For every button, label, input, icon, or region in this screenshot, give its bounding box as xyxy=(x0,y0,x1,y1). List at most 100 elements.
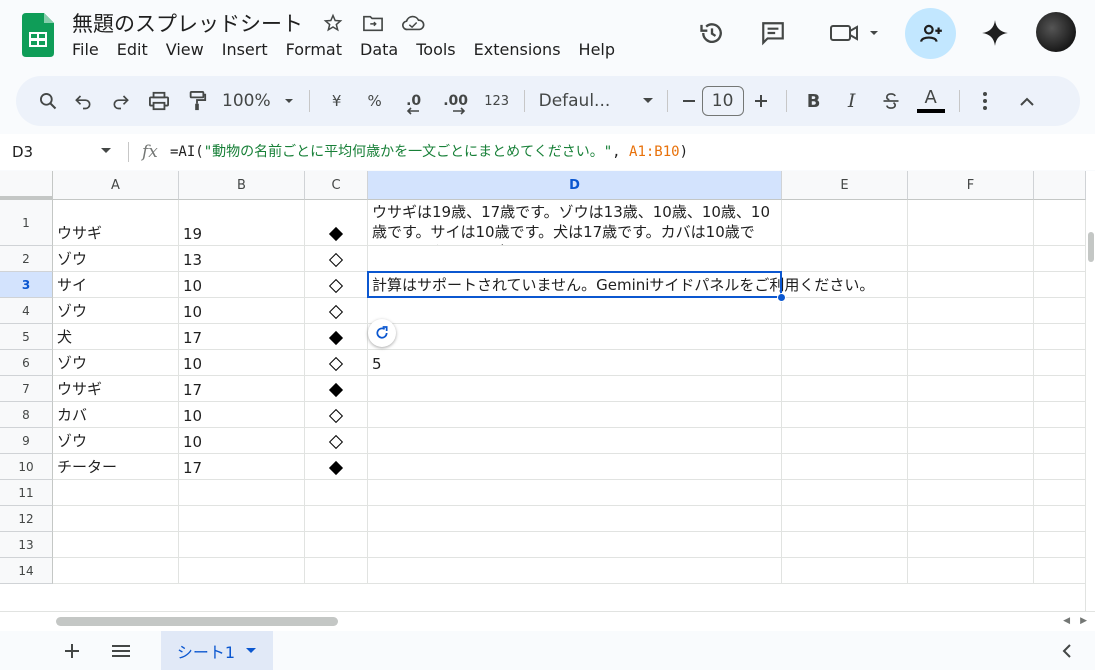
menu-extensions[interactable]: Extensions xyxy=(474,40,569,59)
cell[interactable] xyxy=(1034,558,1086,584)
row-header-12[interactable]: 12 xyxy=(0,506,53,532)
row-header-5[interactable]: 5 xyxy=(0,324,53,350)
comments-icon[interactable] xyxy=(756,16,790,50)
row-header-4[interactable]: 4 xyxy=(0,298,53,324)
cell[interactable]: ゾウ xyxy=(53,298,179,324)
row-header-8[interactable]: 8 xyxy=(0,402,53,428)
cell[interactable] xyxy=(368,376,782,402)
cell[interactable] xyxy=(305,558,368,584)
column-header-f[interactable]: F xyxy=(908,171,1034,200)
vertical-scroll-thumb[interactable] xyxy=(1088,232,1094,262)
horizontal-scrollbar[interactable]: ◀ ▶ xyxy=(0,611,1095,631)
cell[interactable]: 17 xyxy=(179,324,305,350)
cell[interactable]: 10 xyxy=(179,350,305,376)
cell[interactable] xyxy=(53,532,179,558)
scroll-left-icon[interactable]: ◀ xyxy=(1063,616,1070,626)
cell[interactable] xyxy=(908,480,1034,506)
meet-button[interactable] xyxy=(824,16,884,50)
increase-decimal-button[interactable]: .00 xyxy=(434,85,478,117)
cell-d3[interactable]: 計算はサポートされていません。Geminiサイドパネルをご利用ください。 xyxy=(368,272,874,298)
italic-button[interactable]: I xyxy=(833,85,871,117)
zoom-select[interactable]: 100% xyxy=(216,85,301,117)
cell-d5[interactable]: 2 xyxy=(368,324,782,350)
paint-format-icon[interactable] xyxy=(178,85,216,117)
cell[interactable] xyxy=(1034,350,1086,376)
name-box[interactable]: D3 xyxy=(12,134,33,170)
cell[interactable] xyxy=(53,558,179,584)
cell[interactable] xyxy=(179,480,305,506)
add-sheet-icon[interactable] xyxy=(61,640,83,662)
spreadsheet-grid[interactable]: A B C D E F 1 2 3 4 5 6 7 8 9 10 11 12 13 14 ウサギ 19 ウサギは19歳、17… xyxy=(0,171,1095,611)
cell[interactable] xyxy=(908,298,1034,324)
cell[interactable] xyxy=(305,272,368,298)
cell[interactable] xyxy=(908,272,1034,298)
row-header-1[interactable]: 1 xyxy=(0,200,53,246)
cell[interactable]: 10 xyxy=(179,298,305,324)
all-sheets-icon[interactable] xyxy=(110,640,132,662)
cell[interactable] xyxy=(908,428,1034,454)
cell[interactable] xyxy=(368,428,782,454)
cell[interactable] xyxy=(1034,428,1086,454)
cell[interactable]: 10 xyxy=(179,402,305,428)
row-header-10[interactable]: 10 xyxy=(0,454,53,480)
cell[interactable] xyxy=(368,480,782,506)
cell[interactable]: ゾウ xyxy=(53,246,179,272)
currency-format-button[interactable]: ¥ xyxy=(318,85,356,117)
row-header-6[interactable]: 6 xyxy=(0,350,53,376)
cell[interactable] xyxy=(1034,480,1086,506)
cell[interactable] xyxy=(782,558,908,584)
collapse-sidebar-chevron-left-icon[interactable] xyxy=(1056,640,1078,662)
more-options-icon[interactable] xyxy=(968,85,1002,117)
menu-tools[interactable]: Tools xyxy=(416,40,463,59)
refresh-ai-button[interactable] xyxy=(368,319,396,347)
print-icon[interactable] xyxy=(140,85,178,117)
cell[interactable] xyxy=(53,480,179,506)
cell[interactable] xyxy=(368,532,782,558)
cell[interactable] xyxy=(1034,324,1086,350)
cell[interactable] xyxy=(368,506,782,532)
cloud-saved-icon[interactable] xyxy=(400,10,426,36)
cell[interactable]: ウサギ xyxy=(53,200,179,246)
decrease-decimal-button[interactable]: .0 xyxy=(394,85,434,117)
cell[interactable] xyxy=(368,246,782,272)
cell[interactable] xyxy=(1034,506,1086,532)
cell[interactable] xyxy=(782,350,908,376)
sheets-logo-icon[interactable] xyxy=(22,13,54,57)
cell[interactable]: ゾウ xyxy=(53,350,179,376)
cell[interactable] xyxy=(368,558,782,584)
cell[interactable] xyxy=(782,506,908,532)
cell[interactable] xyxy=(908,532,1034,558)
row-header-14[interactable]: 14 xyxy=(0,558,53,584)
cell[interactable] xyxy=(908,454,1034,480)
font-select[interactable]: Defaul... xyxy=(533,85,637,117)
cell[interactable] xyxy=(53,506,179,532)
cell[interactable]: ウサギ xyxy=(53,376,179,402)
cell[interactable] xyxy=(1034,298,1086,324)
fill-handle[interactable] xyxy=(777,293,786,302)
menu-data[interactable]: Data xyxy=(360,40,406,59)
menu-help[interactable]: Help xyxy=(579,40,623,59)
cell[interactable] xyxy=(908,558,1034,584)
column-header-a[interactable]: A xyxy=(53,171,179,200)
cell[interactable] xyxy=(305,246,368,272)
cell[interactable] xyxy=(908,402,1034,428)
version-history-icon[interactable] xyxy=(695,16,729,50)
row-header-3[interactable]: 3 xyxy=(0,272,53,298)
unchecked-diamond-icon[interactable] xyxy=(328,434,344,450)
checked-diamond-icon[interactable] xyxy=(328,382,344,398)
unchecked-diamond-icon[interactable] xyxy=(328,408,344,424)
cell[interactable] xyxy=(1034,200,1086,246)
cell[interactable]: 10 xyxy=(179,272,305,298)
cell[interactable] xyxy=(782,532,908,558)
share-button[interactable] xyxy=(905,8,956,59)
cell[interactable]: 17 xyxy=(179,376,305,402)
cell[interactable] xyxy=(305,376,368,402)
cell[interactable] xyxy=(368,402,782,428)
unchecked-diamond-icon[interactable] xyxy=(328,304,344,320)
text-color-button[interactable]: A xyxy=(911,85,951,117)
cell[interactable]: 13 xyxy=(179,246,305,272)
vertical-scrollbar[interactable] xyxy=(1085,200,1095,611)
column-header-e[interactable]: E xyxy=(782,171,908,200)
redo-icon[interactable] xyxy=(102,85,140,117)
cell[interactable] xyxy=(305,428,368,454)
